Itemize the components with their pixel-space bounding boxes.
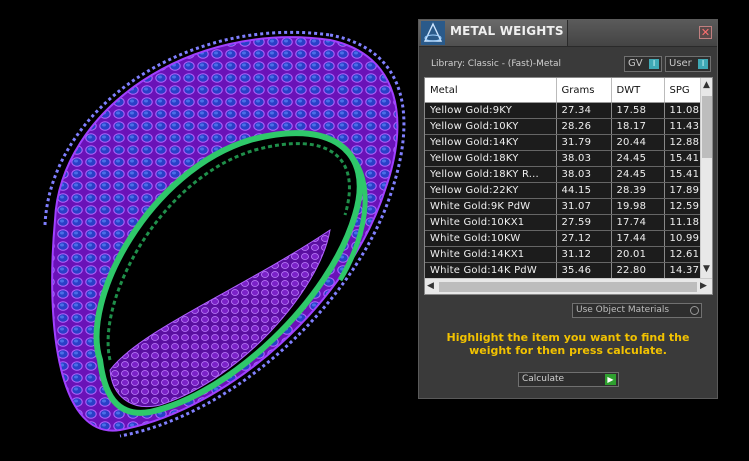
cell-metal: White Gold:9K PdW: [425, 198, 557, 215]
table-row[interactable]: Yellow Gold:9KY 27.34 17.58 11.08: [425, 102, 710, 119]
chevron-right-icon[interactable]: ▶: [700, 281, 707, 291]
metal-weights-panel: METAL WEIGHTS ✕ Library: Classic - (Fast…: [418, 19, 718, 399]
table-row[interactable]: Yellow Gold:10KY 28.26 18.17 11.43: [425, 118, 710, 135]
window-title: METAL WEIGHTS: [450, 24, 564, 38]
use-object-materials-label: Use Object Materials: [576, 305, 670, 315]
user-indicator: I: [698, 59, 708, 69]
cell-metal: Yellow Gold:9KY: [425, 102, 557, 119]
cell-dwt: 20.44: [611, 134, 665, 151]
instruction-text: Highlight the item you want to find the …: [446, 331, 690, 357]
title-tab: METAL WEIGHTS: [419, 20, 568, 46]
cell-dwt: 17.74: [611, 214, 665, 231]
cell-dwt: 17.44: [611, 230, 665, 247]
cell-metal: Yellow Gold:18KY R...: [425, 166, 557, 183]
viewport-3d[interactable]: [0, 0, 418, 457]
cell-metal: White Gold:10KW: [425, 230, 557, 247]
cell-metal: White Gold:14KX1: [425, 246, 557, 263]
use-object-materials-option[interactable]: Use Object Materials: [572, 303, 702, 318]
cell-metal: White Gold:10KX1: [425, 214, 557, 231]
wireframe-ring-icon: [421, 21, 445, 45]
cell-grams: 28.26: [556, 118, 612, 135]
cell-dwt: 24.45: [611, 166, 665, 183]
cell-grams: 38.03: [556, 150, 612, 167]
metal-table[interactable]: Metal Grams DWT SPG Yellow Gold:9KY 27.3…: [424, 77, 713, 295]
table-row[interactable]: White Gold:9K PdW 31.07 19.98 12.59: [425, 198, 710, 215]
library-label: Library: Classic - (Fast)-Metal: [431, 59, 562, 69]
table-row[interactable]: White Gold:14K PdW 35.46 22.80 14.37: [425, 262, 710, 279]
gv-indicator: I: [649, 59, 659, 69]
cell-grams: 27.59: [556, 214, 612, 231]
cell-metal: Yellow Gold:14KY: [425, 134, 557, 151]
vertical-scrollbar[interactable]: ▲ ▼: [700, 78, 712, 278]
table-row[interactable]: White Gold:10KX1 27.59 17.74 11.18: [425, 214, 710, 231]
cell-grams: 31.79: [556, 134, 612, 151]
horizontal-scroll-thumb[interactable]: [439, 282, 697, 292]
table-row[interactable]: Yellow Gold:18KY R... 38.03 24.45 15.41: [425, 166, 710, 183]
title-bar[interactable]: METAL WEIGHTS ✕: [419, 20, 717, 47]
calculate-label: Calculate: [522, 374, 565, 384]
chevron-left-icon[interactable]: ◀: [427, 281, 434, 291]
table-row[interactable]: Yellow Gold:14KY 31.79 20.44 12.88: [425, 134, 710, 151]
close-button[interactable]: ✕: [699, 26, 712, 39]
cell-metal: Yellow Gold:18KY: [425, 150, 557, 167]
cell-grams: 44.15: [556, 182, 612, 199]
use-object-materials-radio[interactable]: [690, 306, 699, 315]
chevron-down-icon[interactable]: ▼: [703, 264, 710, 274]
cell-dwt: 19.98: [611, 198, 665, 215]
cell-grams: 27.34: [556, 102, 612, 119]
cell-dwt: 20.01: [611, 246, 665, 263]
user-toggle-label: User: [669, 58, 692, 69]
cell-grams: 35.46: [556, 262, 612, 279]
gv-toggle[interactable]: GV I: [624, 56, 662, 72]
vertical-scroll-thumb[interactable]: [702, 96, 712, 158]
cell-dwt: 17.58: [611, 102, 665, 119]
cell-grams: 27.12: [556, 230, 612, 247]
cell-grams: 38.03: [556, 166, 612, 183]
gv-toggle-label: GV: [628, 58, 643, 69]
cell-dwt: 22.80: [611, 262, 665, 279]
cell-grams: 31.07: [556, 198, 612, 215]
cell-dwt: 18.17: [611, 118, 665, 135]
chevron-up-icon[interactable]: ▲: [703, 80, 710, 90]
horizontal-scrollbar[interactable]: ◀ ▶: [425, 278, 712, 294]
table-row[interactable]: White Gold:10KW 27.12 17.44 10.99: [425, 230, 710, 247]
play-arrow-icon: ▶: [605, 374, 616, 385]
ring-model: [43, 30, 406, 438]
close-icon: ✕: [700, 26, 711, 39]
table-row[interactable]: Yellow Gold:18KY 38.03 24.45 15.41: [425, 150, 710, 167]
table-row[interactable]: White Gold:14KX1 31.12 20.01 12.61: [425, 246, 710, 263]
cell-grams: 31.12: [556, 246, 612, 263]
column-header-dwt[interactable]: DWT: [611, 78, 665, 103]
cell-metal: White Gold:14K PdW: [425, 262, 557, 279]
table-row[interactable]: Yellow Gold:22KY 44.15 28.39 17.89: [425, 182, 710, 199]
cell-dwt: 24.45: [611, 150, 665, 167]
cell-metal: Yellow Gold:22KY: [425, 182, 557, 199]
cell-dwt: 28.39: [611, 182, 665, 199]
column-header-metal[interactable]: Metal: [425, 78, 557, 103]
calculate-button[interactable]: Calculate ▶: [518, 372, 619, 387]
cell-metal: Yellow Gold:10KY: [425, 118, 557, 135]
user-toggle[interactable]: User I: [665, 56, 711, 72]
column-header-grams[interactable]: Grams: [556, 78, 612, 103]
table-header-row: Metal Grams DWT SPG: [425, 78, 710, 103]
